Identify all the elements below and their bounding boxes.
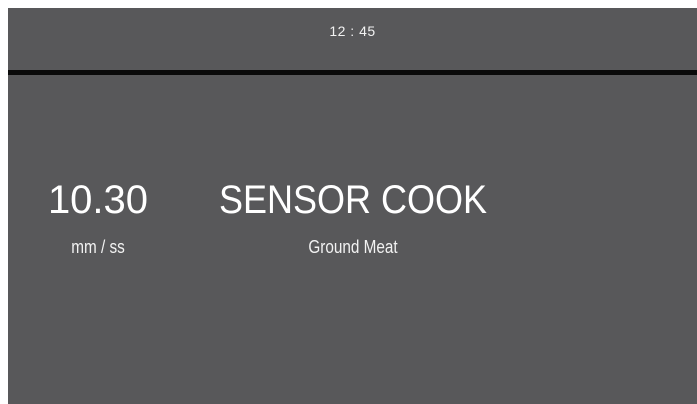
cook-timer-value[interactable]: 10.30 <box>28 178 168 222</box>
oven-display-screen: 12 : 45 10.30 mm / ss SENSOR COOK Ground… <box>8 8 697 404</box>
status-bar: 12 : 45 <box>8 8 697 70</box>
header-divider <box>8 70 697 75</box>
cook-mode-title[interactable]: SENSOR COOK <box>214 178 493 222</box>
food-type-label[interactable]: Ground Meat <box>221 237 485 258</box>
cook-timer-unit: mm / ss <box>71 237 125 257</box>
clock-time: 12 : 45 <box>329 23 376 39</box>
